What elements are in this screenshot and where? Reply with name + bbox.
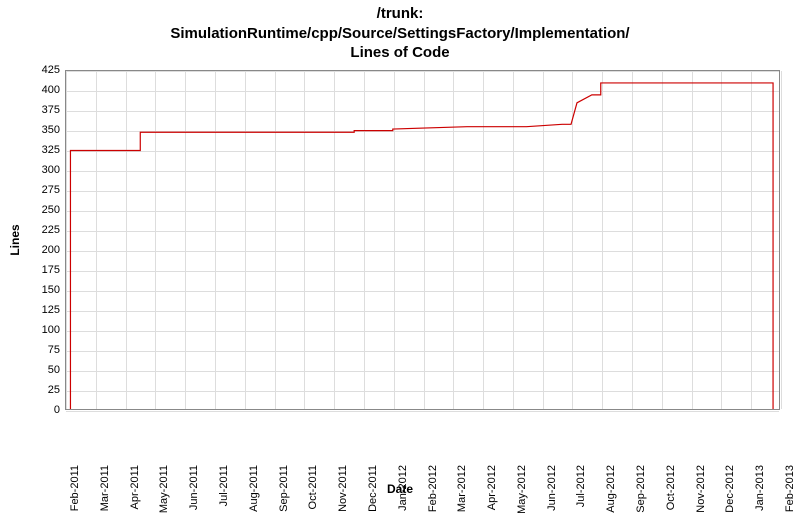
title-line2: SimulationRuntime/cpp/Source/SettingsFac… [0,24,800,44]
title-line3: Lines of Code [0,43,800,63]
x-tick-label: Apr-2012 [486,465,498,510]
y-tick-label: 250 [20,204,60,216]
x-tick-label: Jan-2012 [397,465,409,511]
y-tick-label: 225 [20,224,60,236]
y-tick-label: 425 [20,64,60,76]
y-tick-label: 375 [20,104,60,116]
y-tick-label: 150 [20,284,60,296]
y-tick-label: 50 [20,364,60,376]
x-tick-label: Feb-2011 [69,465,81,511]
gridline-h [66,411,779,412]
plot-area [65,70,780,410]
y-tick-label: 100 [20,324,60,336]
y-tick-label: 200 [20,244,60,256]
y-tick-label: 300 [20,164,60,176]
x-tick-label: Feb-2013 [784,465,796,512]
x-tick-label: Jan-2013 [754,465,766,511]
x-tick-label: Jul-2011 [218,465,230,506]
y-tick-label: 0 [20,404,60,416]
x-tick-label: Jun-2012 [546,465,558,511]
y-tick-label: 275 [20,184,60,196]
x-tick-label: Nov-2012 [695,465,707,513]
x-tick-label: Apr-2011 [129,465,141,509]
x-tick-label: Aug-2012 [605,465,617,513]
x-tick-label: Sep-2012 [635,465,647,513]
x-tick-label: May-2011 [158,465,170,513]
x-tick-label: Feb-2012 [427,465,439,512]
x-tick-label: Dec-2012 [724,465,736,513]
x-tick-label: Aug-2011 [248,465,260,512]
x-tick-label: Sep-2011 [278,465,290,512]
y-tick-label: 75 [20,344,60,356]
data-line [66,71,779,409]
y-tick-label: 350 [20,124,60,136]
x-tick-label: Oct-2012 [665,465,677,510]
x-tick-label: Dec-2011 [367,465,379,512]
title-line1: /trunk: [0,4,800,24]
x-tick-label: Mar-2011 [99,465,111,511]
x-tick-label: Mar-2012 [456,465,468,512]
x-tick-label: Jun-2011 [188,465,200,510]
y-tick-label: 125 [20,304,60,316]
y-tick-label: 400 [20,84,60,96]
y-tick-label: 175 [20,264,60,276]
y-tick-label: 25 [20,384,60,396]
x-tick-label: May-2012 [516,465,528,514]
chart-container: /trunk: SimulationRuntime/cpp/Source/Set… [0,0,800,500]
gridline-v [781,71,782,409]
x-tick-label: Oct-2011 [307,465,319,509]
x-tick-label: Nov-2011 [337,465,349,512]
y-tick-label: 325 [20,144,60,156]
x-tick-label: Jul-2012 [575,465,587,507]
chart-title: /trunk: SimulationRuntime/cpp/Source/Set… [0,0,800,63]
